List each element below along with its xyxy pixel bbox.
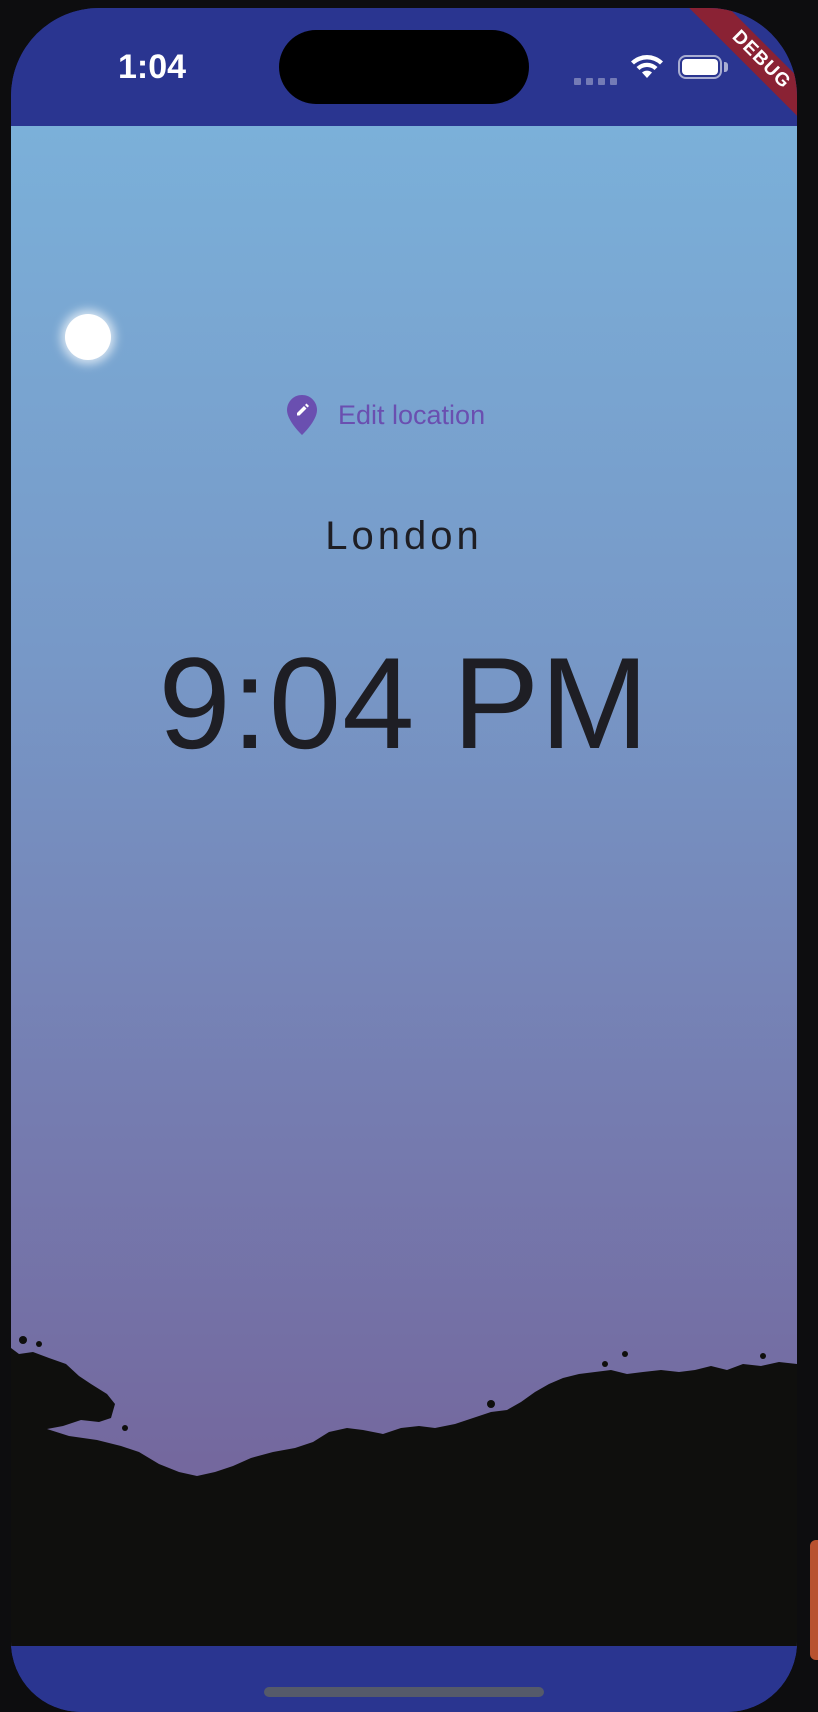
hills-silhouette (11, 1336, 797, 1646)
battery-tip (724, 62, 728, 72)
battery-icon (678, 55, 722, 79)
device-frame: 1:04 DEBUG Edit location London 9:04 PM (0, 0, 818, 1712)
dynamic-island (279, 30, 529, 104)
battery-level (682, 59, 718, 75)
status-bar: 1:04 DEBUG (11, 8, 797, 141)
cellular-dots-icon (574, 78, 617, 85)
home-indicator[interactable] (264, 1687, 544, 1697)
device-side-edge (810, 1540, 818, 1660)
wifi-icon (631, 55, 663, 78)
status-time: 1:04 (118, 48, 187, 86)
app-screen: 1:04 DEBUG Edit location London 9:04 PM (11, 8, 797, 1712)
sky-background: Edit location London 9:04 PM (11, 126, 797, 1646)
bottom-system-bar (11, 1646, 797, 1712)
